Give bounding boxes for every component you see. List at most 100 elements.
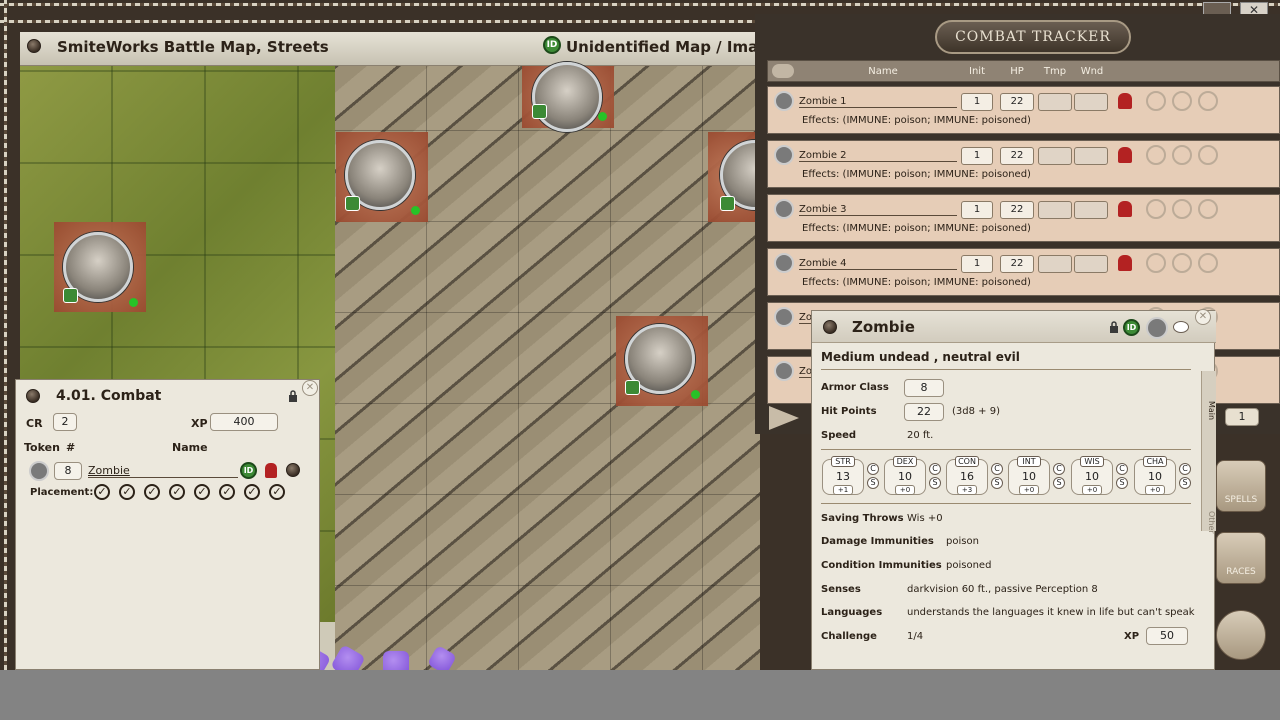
check-button[interactable]: C — [991, 463, 1003, 475]
attack-icon[interactable] — [1172, 145, 1192, 165]
combat-tracker-row[interactable]: Zombie 2 1 22 Effects: (IMMUNE: poison; … — [767, 140, 1280, 188]
effects-icon[interactable] — [1198, 199, 1218, 219]
d6-die-icon[interactable] — [383, 651, 409, 670]
target-icon[interactable] — [1146, 91, 1166, 111]
challenge-value[interactable]: 1/4 — [907, 631, 923, 642]
wnd-field[interactable] — [1074, 255, 1108, 273]
save-button[interactable]: S — [991, 477, 1003, 489]
init-field[interactable]: 1 — [961, 93, 993, 111]
effects-icon[interactable] — [1198, 91, 1218, 111]
placement-check-icon[interactable]: ✓ — [244, 484, 260, 500]
wnd-field[interactable] — [1074, 147, 1108, 165]
target-icon[interactable] — [1146, 145, 1166, 165]
spells-button[interactable]: SPELLS — [1216, 460, 1266, 512]
check-button[interactable]: C — [867, 463, 879, 475]
combatant-name[interactable]: Zombie 3 — [799, 204, 957, 216]
npc-token-icon[interactable] — [774, 199, 794, 219]
stat-value[interactable]: 16 — [947, 470, 987, 483]
wnd-field[interactable] — [1074, 201, 1108, 219]
close-icon[interactable]: ✕ — [302, 380, 318, 396]
d8-die-icon[interactable] — [330, 644, 366, 670]
faction-icon[interactable] — [265, 463, 277, 478]
d4-die-icon[interactable] — [426, 644, 458, 670]
npc-count-field[interactable]: 8 — [54, 462, 82, 480]
init-field[interactable]: 1 — [961, 255, 993, 273]
save-button[interactable]: S — [1179, 477, 1191, 489]
combatant-name[interactable]: Zombie 1 — [799, 96, 957, 108]
stat-cha[interactable]: CHA 10 +0 — [1134, 456, 1176, 495]
save-button[interactable]: S — [1053, 477, 1065, 489]
senses-value[interactable]: darkvision 60 ft., passive Perception 8 — [907, 584, 1098, 595]
faction-icon[interactable] — [1118, 147, 1132, 163]
tokens-button[interactable] — [1216, 610, 1266, 660]
map-window-knob[interactable] — [27, 39, 41, 53]
attack-icon[interactable] — [1172, 253, 1192, 273]
stat-con[interactable]: CON 16 +3 — [946, 456, 988, 495]
target-icon[interactable] — [1146, 199, 1166, 219]
next-turn-arrow-icon[interactable] — [769, 406, 799, 430]
combat-tracker-row[interactable]: Zombie 1 1 22 Effects: (IMMUNE: poison; … — [767, 86, 1280, 134]
npc-token-icon[interactable] — [29, 461, 49, 481]
stat-wis[interactable]: WIS 10 +0 — [1071, 456, 1113, 495]
zombie-token[interactable] — [532, 62, 602, 132]
faction-icon[interactable] — [1118, 255, 1132, 271]
tmp-field[interactable] — [1038, 255, 1072, 273]
effects-icon[interactable] — [1198, 145, 1218, 165]
stat-value[interactable]: 10 — [885, 470, 925, 483]
save-button[interactable]: S — [867, 477, 879, 489]
attack-icon[interactable] — [1172, 199, 1192, 219]
check-button[interactable]: C — [929, 463, 941, 475]
target-icon[interactable] — [1146, 253, 1166, 273]
stat-dex[interactable]: DEX 10 +0 — [884, 456, 926, 495]
check-button[interactable]: C — [1116, 463, 1128, 475]
placement-check-icon[interactable]: ✓ — [219, 484, 235, 500]
placement-check-icon[interactable]: ✓ — [144, 484, 160, 500]
effects-icon[interactable] — [1198, 253, 1218, 273]
stat-value[interactable]: 10 — [1009, 470, 1049, 483]
combatant-name[interactable]: Zombie 2 — [799, 150, 957, 162]
eye-icon[interactable] — [772, 64, 794, 78]
damage-immunities-value[interactable]: poison — [946, 536, 979, 547]
hp-field[interactable]: 22 — [1000, 93, 1034, 111]
id-icon[interactable]: ID — [543, 36, 561, 54]
placement-check-icon[interactable]: ✓ — [169, 484, 185, 500]
hp-field[interactable]: 22 — [1000, 147, 1034, 165]
hp-field[interactable]: 22 — [1000, 255, 1034, 273]
id-icon[interactable]: ID — [240, 462, 257, 479]
save-button[interactable]: S — [1116, 477, 1128, 489]
npc-token-icon[interactable] — [774, 361, 794, 381]
placement-check-icon[interactable]: ✓ — [269, 484, 285, 500]
combat-tracker-row[interactable]: Zombie 3 1 22 Effects: (IMMUNE: poison; … — [767, 194, 1280, 242]
map-title-bar[interactable]: SmiteWorks Battle Map, Streets ID Uniden… — [20, 32, 779, 66]
tab-main[interactable]: Main — [1202, 401, 1216, 451]
check-button[interactable]: C — [1179, 463, 1191, 475]
npc-token-icon[interactable] — [1146, 317, 1168, 339]
ac-field[interactable]: 8 — [904, 379, 944, 397]
xp-field[interactable]: 400 — [210, 413, 278, 431]
stat-value[interactable]: 10 — [1135, 470, 1175, 483]
id-icon[interactable]: ID — [1123, 319, 1140, 336]
npc-token-icon[interactable] — [774, 253, 794, 273]
init-field[interactable]: 1 — [961, 201, 993, 219]
lock-icon[interactable] — [288, 390, 298, 402]
combatant-name[interactable]: Zombie 4 — [799, 258, 957, 270]
hp-field[interactable]: 22 — [1000, 201, 1034, 219]
encounter-window-knob[interactable] — [26, 389, 40, 403]
save-button[interactable]: S — [929, 477, 941, 489]
close-icon[interactable]: ✕ — [1195, 309, 1211, 325]
delete-entry-button[interactable] — [286, 463, 300, 477]
tab-other[interactable]: Other — [1202, 511, 1216, 551]
attack-icon[interactable] — [1172, 91, 1192, 111]
placement-check-icon[interactable]: ✓ — [194, 484, 210, 500]
tmp-field[interactable] — [1038, 147, 1072, 165]
faction-icon[interactable] — [1118, 93, 1132, 109]
npc-token-icon[interactable] — [774, 307, 794, 327]
condition-immunities-value[interactable]: poisoned — [946, 560, 991, 571]
stat-value[interactable]: 13 — [823, 470, 863, 483]
placement-check-icon[interactable]: ✓ — [119, 484, 135, 500]
hp-field[interactable]: 22 — [904, 403, 944, 421]
init-field[interactable]: 1 — [961, 147, 993, 165]
cr-field[interactable]: 2 — [53, 413, 77, 431]
placement-check-icon[interactable]: ✓ — [94, 484, 110, 500]
check-button[interactable]: C — [1053, 463, 1065, 475]
